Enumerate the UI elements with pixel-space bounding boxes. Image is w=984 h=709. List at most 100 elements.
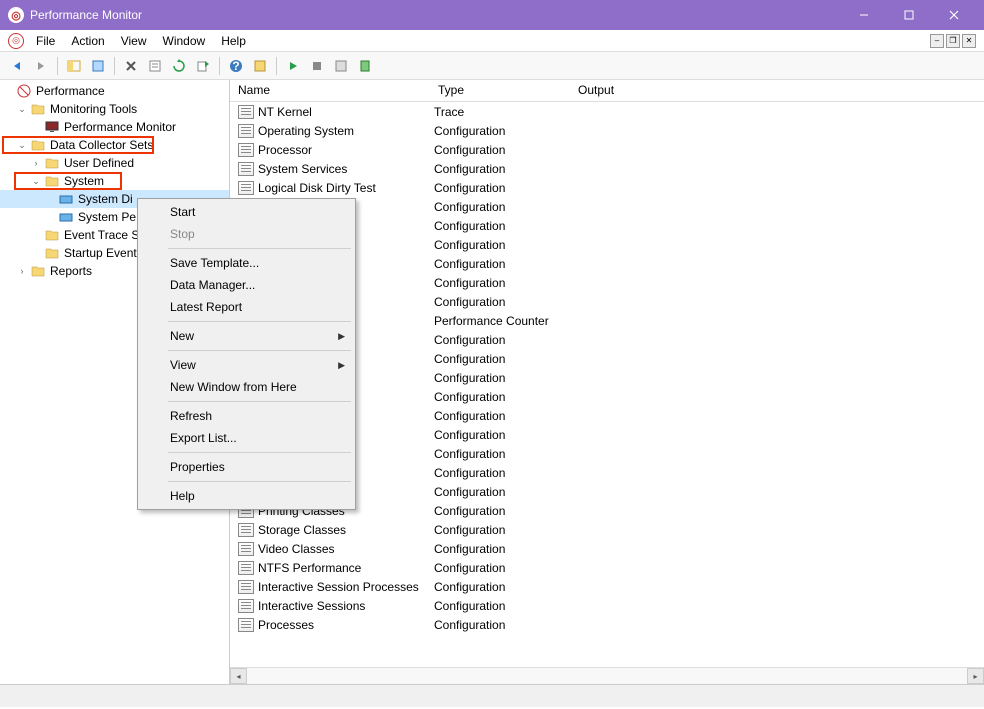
- menu-window[interactable]: Window: [155, 32, 214, 50]
- chevron-down-icon[interactable]: ⌄: [30, 176, 42, 187]
- stop-button[interactable]: [306, 55, 328, 77]
- menu-view[interactable]: View: [113, 32, 155, 50]
- folder-icon: [44, 227, 60, 243]
- horizontal-scrollbar[interactable]: ◂ ▸: [230, 667, 984, 684]
- list-item[interactable]: Video ClassesConfiguration: [230, 539, 984, 558]
- help-button[interactable]: ?: [225, 55, 247, 77]
- list-item[interactable]: NTFS PerformanceConfiguration: [230, 558, 984, 577]
- scroll-left-button[interactable]: ◂: [230, 668, 247, 684]
- list-item[interactable]: Logical Disk Dirty TestConfiguration: [230, 178, 984, 197]
- row-type: Configuration: [434, 580, 574, 594]
- column-name[interactable]: Name: [230, 80, 430, 101]
- menu-help[interactable]: Help: [213, 32, 254, 50]
- folder-icon: [44, 245, 60, 261]
- column-headers: Name Type Output: [230, 80, 984, 102]
- table-icon: [238, 523, 254, 537]
- table-icon: [238, 162, 254, 176]
- mdi-close-button[interactable]: ✕: [962, 34, 976, 48]
- table-icon: [238, 105, 254, 119]
- start-button[interactable]: [282, 55, 304, 77]
- delete-button[interactable]: [120, 55, 142, 77]
- scroll-right-button[interactable]: ▸: [967, 668, 984, 684]
- folder-icon: [30, 263, 46, 279]
- tree-data-collector-sets[interactable]: ⌄ Data Collector Sets: [0, 136, 229, 154]
- table-icon: [238, 143, 254, 157]
- row-type: Configuration: [434, 352, 574, 366]
- table-icon: [238, 618, 254, 632]
- chevron-down-icon[interactable]: ⌄: [16, 104, 28, 115]
- collector-icon: [58, 209, 74, 225]
- list-item[interactable]: Operating SystemConfiguration: [230, 121, 984, 140]
- list-item[interactable]: ProcessesConfiguration: [230, 615, 984, 634]
- chevron-right-icon[interactable]: ›: [30, 158, 42, 168]
- list-item[interactable]: System ServicesConfiguration: [230, 159, 984, 178]
- list-item[interactable]: ProcessorConfiguration: [230, 140, 984, 159]
- row-type: Configuration: [434, 124, 574, 138]
- list-item[interactable]: NT KernelTrace: [230, 102, 984, 121]
- toolbar-save-button[interactable]: [330, 55, 352, 77]
- list-item[interactable]: Interactive Session ProcessesConfigurati…: [230, 577, 984, 596]
- row-type: Configuration: [434, 561, 574, 575]
- table-icon: [238, 580, 254, 594]
- context-data-manager[interactable]: Data Manager...: [140, 274, 353, 296]
- row-type: Configuration: [434, 390, 574, 404]
- toolbar-button-extra[interactable]: [249, 55, 271, 77]
- tree-user-defined[interactable]: › User Defined: [0, 154, 229, 172]
- table-icon: [238, 542, 254, 556]
- folder-icon: [44, 155, 60, 171]
- row-type: Trace: [434, 105, 574, 119]
- row-name: NT Kernel: [258, 105, 434, 119]
- context-save-template[interactable]: Save Template...: [140, 252, 353, 274]
- toolbar-report-button[interactable]: [354, 55, 376, 77]
- minimize-button[interactable]: [841, 0, 886, 30]
- list-item[interactable]: Storage ClassesConfiguration: [230, 520, 984, 539]
- column-output[interactable]: Output: [570, 80, 984, 101]
- chevron-right-icon[interactable]: ›: [16, 266, 28, 276]
- row-name: Processes: [258, 618, 434, 632]
- row-type: Configuration: [434, 295, 574, 309]
- context-new-window[interactable]: New Window from Here: [140, 376, 353, 398]
- row-type: Configuration: [434, 200, 574, 214]
- context-new[interactable]: New▶: [140, 325, 353, 347]
- close-button[interactable]: [931, 0, 976, 30]
- show-hide-tree-button[interactable]: [63, 55, 85, 77]
- context-stop: Stop: [140, 223, 353, 245]
- forward-button[interactable]: [30, 55, 52, 77]
- tree-monitoring-tools[interactable]: ⌄ Monitoring Tools: [0, 100, 229, 118]
- row-name: Interactive Session Processes: [258, 580, 434, 594]
- row-type: Configuration: [434, 181, 574, 195]
- row-type: Configuration: [434, 409, 574, 423]
- app-icon: ◎: [8, 7, 24, 23]
- tree-root-performance[interactable]: Performance: [0, 82, 229, 100]
- properties-button[interactable]: [87, 55, 109, 77]
- menu-file[interactable]: File: [28, 32, 63, 50]
- menu-action[interactable]: Action: [63, 32, 112, 50]
- list-item[interactable]: Interactive SessionsConfiguration: [230, 596, 984, 615]
- context-menu: Start Stop Save Template... Data Manager…: [137, 198, 356, 510]
- row-name: Operating System: [258, 124, 434, 138]
- mdi-minimize-button[interactable]: –: [930, 34, 944, 48]
- mdi-restore-button[interactable]: ❐: [946, 34, 960, 48]
- row-type: Configuration: [434, 143, 574, 157]
- context-latest-report[interactable]: Latest Report: [140, 296, 353, 318]
- tree-performance-monitor[interactable]: Performance Monitor: [0, 118, 229, 136]
- toolbar-properties-button[interactable]: [144, 55, 166, 77]
- window-title: Performance Monitor: [30, 8, 841, 22]
- context-help[interactable]: Help: [140, 485, 353, 507]
- context-start[interactable]: Start: [140, 201, 353, 223]
- context-view[interactable]: View▶: [140, 354, 353, 376]
- mmc-icon: ◎: [8, 33, 24, 49]
- tree-system[interactable]: ⌄ System: [0, 172, 229, 190]
- export-button[interactable]: [192, 55, 214, 77]
- column-type[interactable]: Type: [430, 80, 570, 101]
- back-button[interactable]: [6, 55, 28, 77]
- context-properties[interactable]: Properties: [140, 456, 353, 478]
- context-export[interactable]: Export List...: [140, 427, 353, 449]
- context-refresh[interactable]: Refresh: [140, 405, 353, 427]
- monitor-icon: [44, 119, 60, 135]
- maximize-button[interactable]: [886, 0, 931, 30]
- refresh-button[interactable]: [168, 55, 190, 77]
- chevron-down-icon[interactable]: ⌄: [16, 140, 28, 151]
- titlebar: ◎ Performance Monitor: [0, 0, 984, 30]
- row-name: Video Classes: [258, 542, 434, 556]
